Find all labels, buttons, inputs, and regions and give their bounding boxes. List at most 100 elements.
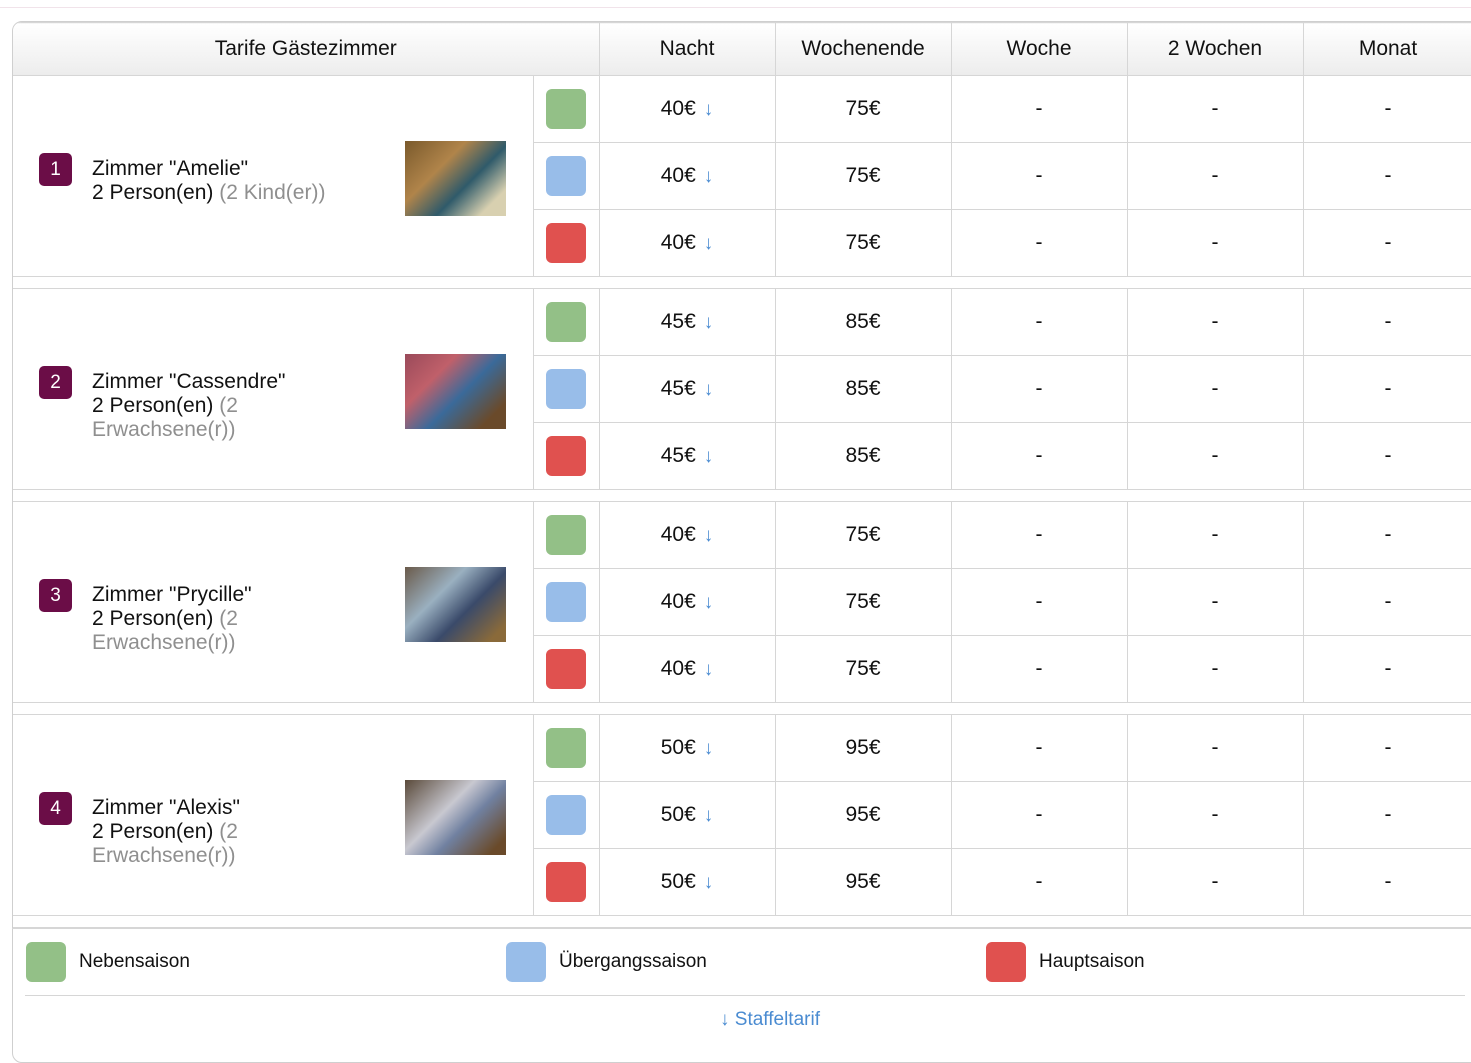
staffeltarif-arrow-icon[interactable]: ↓	[704, 659, 714, 680]
price-month: -	[1302, 288, 1471, 356]
room-photo[interactable]	[405, 780, 506, 855]
swatch-nebensaison	[546, 89, 586, 129]
price-two-weeks: -	[1126, 422, 1304, 490]
price-night: 50€ ↓	[598, 714, 776, 782]
room-info: 4 Zimmer "Alexis" 2 Person(en) (2 Erwachse…	[13, 716, 533, 914]
price-night-value: 40€	[660, 97, 696, 120]
price-month: -	[1302, 848, 1471, 916]
price-night: 45€ ↓	[598, 288, 776, 356]
rate-row: 2 Zimmer "Cassendre" 2 Person(en) (2 Erwac…	[13, 288, 1471, 490]
price-week: -	[950, 355, 1128, 423]
price-two-weeks: -	[1126, 848, 1304, 916]
separator-cell	[13, 489, 1471, 502]
room-cell: 2 Zimmer "Cassendre" 2 Person(en) (2 Erwac…	[13, 288, 534, 490]
staffeltarif-arrow-icon[interactable]: ↓	[704, 379, 714, 400]
price-week: -	[950, 848, 1128, 916]
rates-table: Tarife Gästezimmer Nacht Wochenende Woch…	[13, 22, 1471, 928]
price-week: -	[950, 635, 1128, 703]
swatch-uebergangssaison	[546, 582, 586, 622]
swatch-uebergangssaison	[546, 156, 586, 196]
room-description: Zimmer "Cassendre" 2 Person(en) (2 Erwach…	[92, 370, 352, 442]
rate-row: 1 Zimmer "Amelie" 2 Person(en) (2 Kind(er)…	[13, 75, 1471, 277]
col-header-night: Nacht	[598, 22, 776, 76]
price-night: 40€ ↓	[598, 568, 776, 636]
price-two-weeks: -	[1126, 355, 1304, 423]
room-cell: 4 Zimmer "Alexis" 2 Person(en) (2 Erwachse…	[13, 714, 534, 916]
rate-row: 3 Zimmer "Prycille" 2 Person(en) (2 Erwach…	[13, 501, 1471, 703]
swatch-hauptsaison	[546, 436, 586, 476]
room-name: Zimmer "Alexis"	[92, 796, 240, 819]
price-night-value: 50€	[660, 870, 696, 893]
staffeltarif-arrow-icon[interactable]: ↓	[704, 592, 714, 613]
staffeltarif-arrow-icon[interactable]: ↓	[704, 166, 714, 187]
legend-bottom-divider	[25, 995, 1465, 996]
season-cell	[533, 848, 600, 916]
price-week: -	[950, 75, 1128, 143]
staffeltarif-arrow-icon[interactable]: ↓	[704, 99, 714, 120]
price-night: 40€ ↓	[598, 75, 776, 143]
staffeltarif-arrow-icon[interactable]: ↓	[704, 525, 714, 546]
price-weekend: 75€	[774, 142, 952, 210]
season-cell	[532, 75, 600, 143]
legend-label: Nebensaison	[79, 951, 190, 972]
room-name: Zimmer "Prycille"	[92, 583, 252, 606]
price-week: -	[950, 781, 1128, 849]
staffeltarif-arrow-icon[interactable]: ↓	[704, 872, 714, 893]
room-persons: 2 Person(en)	[92, 394, 214, 417]
swatch-uebergangssaison	[546, 369, 586, 409]
room-number-badge: 4	[39, 792, 72, 825]
season-legend: Nebensaison Übergangssaison Hauptsaison	[12, 930, 1462, 990]
season-cell	[533, 142, 600, 210]
room-photo[interactable]	[405, 141, 506, 216]
staffeltarif-arrow-icon[interactable]: ↓	[704, 312, 714, 333]
col-header-week: Woche	[950, 22, 1128, 76]
room-cell: 1 Zimmer "Amelie" 2 Person(en) (2 Kind(er)…	[13, 75, 534, 277]
room-capacity: 2 Person(en) (2 Erwachsene(r))	[92, 820, 352, 868]
room-capacity: 2 Person(en) (2 Kind(er))	[92, 181, 352, 205]
room-info: 1 Zimmer "Amelie" 2 Person(en) (2 Kind(er)…	[13, 77, 533, 275]
rate-row: 4 Zimmer "Alexis" 2 Person(en) (2 Erwachse…	[13, 714, 1471, 916]
separator-cell	[13, 915, 1471, 928]
room-name: Zimmer "Amelie"	[92, 157, 249, 180]
room-photo[interactable]	[405, 354, 506, 429]
room-description: Zimmer "Prycille" 2 Person(en) (2 Erwachs…	[92, 583, 352, 655]
room-separator	[13, 276, 1471, 289]
legend-label: Hauptsaison	[1039, 951, 1145, 972]
season-cell	[533, 568, 600, 636]
top-divider	[0, 7, 1471, 8]
price-week: -	[950, 142, 1128, 210]
price-weekend: 85€	[774, 422, 952, 490]
swatch-nebensaison	[546, 515, 586, 555]
room-persons: 2 Person(en)	[92, 607, 214, 630]
room-photo[interactable]	[405, 567, 506, 642]
swatch-nebensaison	[26, 942, 66, 982]
legend-label: Übergangssaison	[559, 951, 707, 972]
price-night-value: 40€	[660, 657, 696, 680]
swatch-uebergangssaison	[506, 942, 546, 982]
price-night-value: 40€	[660, 590, 696, 613]
room-info: 3 Zimmer "Prycille" 2 Person(en) (2 Erwach…	[13, 503, 533, 701]
rates-panel: Tarife Gästezimmer Nacht Wochenende Woch…	[12, 21, 1471, 1063]
price-month: -	[1302, 635, 1471, 703]
swatch-uebergangssaison	[546, 795, 586, 835]
price-two-weeks: -	[1126, 209, 1304, 277]
room-capacity: 2 Person(en) (2 Erwachsene(r))	[92, 394, 352, 442]
staffeltarif-arrow-icon[interactable]: ↓	[704, 805, 714, 826]
staffeltarif-arrow-icon[interactable]: ↓	[704, 446, 714, 467]
price-weekend: 95€	[774, 848, 952, 916]
price-weekend: 75€	[774, 75, 952, 143]
price-night: 40€ ↓	[598, 142, 776, 210]
price-night-value: 45€	[660, 444, 696, 467]
col-header-weekend: Wochenende	[774, 22, 952, 76]
staffeltarif-arrow-icon[interactable]: ↓	[704, 738, 714, 759]
price-night-value: 45€	[660, 377, 696, 400]
price-night: 50€ ↓	[598, 848, 776, 916]
swatch-hauptsaison	[986, 942, 1026, 982]
staffeltarif-arrow-icon[interactable]: ↓	[704, 233, 714, 254]
price-night: 45€ ↓	[598, 355, 776, 423]
price-month: -	[1302, 422, 1471, 490]
price-night-value: 50€	[660, 736, 696, 759]
price-month: -	[1302, 781, 1471, 849]
price-weekend: 95€	[774, 781, 952, 849]
price-month: -	[1302, 714, 1471, 782]
